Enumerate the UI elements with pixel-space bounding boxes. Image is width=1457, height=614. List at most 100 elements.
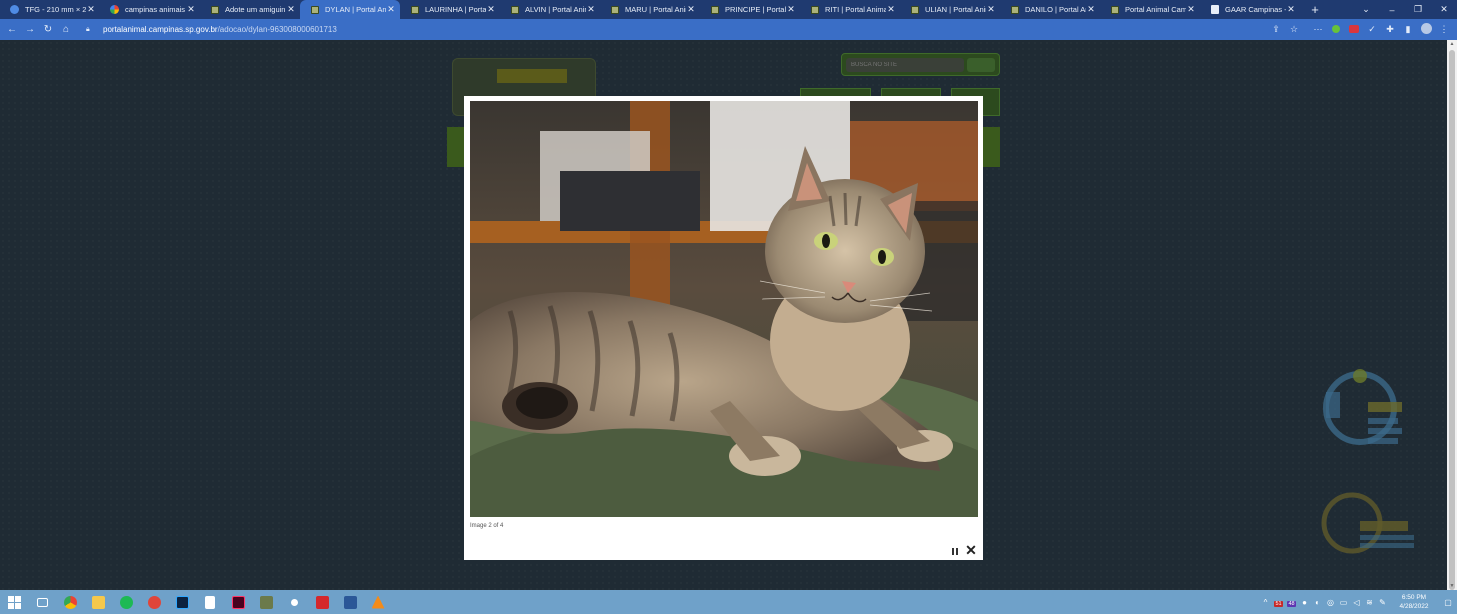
tab-2[interactable]: Adote um amiguinho ✕ xyxy=(200,0,300,19)
new-tab-button[interactable]: + xyxy=(1304,2,1326,17)
tab-title: DYLAN | Portal Anim xyxy=(325,5,386,14)
acrobat-icon[interactable] xyxy=(308,590,336,614)
tab-7[interactable]: PRINCIPE | Portal An ✕ xyxy=(700,0,800,19)
dpbea-mascot-logo xyxy=(1321,492,1414,554)
wifi-icon[interactable]: ≋ xyxy=(1363,598,1376,607)
tab-9[interactable]: ULIAN | Portal Anima ✕ xyxy=(900,0,1000,19)
settings-icon[interactable] xyxy=(280,590,308,614)
home-icon[interactable]: ⌂ xyxy=(57,24,75,35)
app-icon[interactable] xyxy=(252,590,280,614)
tab-4[interactable]: LAURINHA | Portal A ✕ xyxy=(400,0,500,19)
image-counter: Image 2 of 4 xyxy=(470,523,504,529)
clock[interactable]: 6:50 PM 4/28/2022 xyxy=(1389,593,1439,611)
profile-avatar[interactable] xyxy=(1417,23,1435,36)
word-icon[interactable] xyxy=(336,590,364,614)
tab-11[interactable]: Portal Animal Camp ✕ xyxy=(1100,0,1200,19)
tab-title: GAAR Campinas - O xyxy=(1225,5,1286,14)
tab-1[interactable]: campinas animais ru ✕ xyxy=(100,0,200,19)
close-tab-icon[interactable]: ✕ xyxy=(186,4,196,15)
windows-taskbar: ^ 51 48 ● ◐ ◎ ▭ ◁ ≋ ✎ 6:50 PM 4/28/2022 … xyxy=(0,590,1457,614)
portal-animal-icon xyxy=(1010,5,1019,14)
volume-icon[interactable]: ◁ xyxy=(1350,598,1363,607)
pause-slideshow-icon[interactable] xyxy=(950,546,960,556)
image-lightbox: Image 2 of 4 ✕ xyxy=(464,96,983,560)
restore-icon[interactable]: ❐ xyxy=(1405,4,1431,15)
browser-toolbar: ← → ↻ ⌂ 🔒︎ portalanimal.campinas.sp.gov.… xyxy=(0,19,1457,40)
antivirus-icon[interactable] xyxy=(140,590,168,614)
scroll-down-icon[interactable]: ▼ xyxy=(1447,583,1457,589)
tab-3-active[interactable]: DYLAN | Portal Anim ✕ xyxy=(300,0,400,19)
show-hidden-icons[interactable]: ^ xyxy=(1259,598,1272,607)
close-tab-icon[interactable]: ✕ xyxy=(1086,4,1096,15)
tab-6[interactable]: MARU | Portal Anima ✕ xyxy=(600,0,700,19)
tab-0[interactable]: TFG - 210 mm × 210 ✕ xyxy=(0,0,100,19)
scroll-up-icon[interactable]: ▲ xyxy=(1447,41,1457,47)
scrollbar-thumb[interactable] xyxy=(1449,50,1455,590)
tab-search-icon[interactable]: ⌄ xyxy=(1353,4,1379,15)
share-icon[interactable]: ⇪ xyxy=(1267,24,1285,35)
close-lightbox-button[interactable]: ✕ xyxy=(964,543,978,557)
tray-app-icon-2[interactable]: ◐ xyxy=(1311,598,1324,607)
close-tab-icon[interactable]: ✕ xyxy=(886,4,896,15)
tab-8[interactable]: RITI | Portal Animal C ✕ xyxy=(800,0,900,19)
extension-check-icon[interactable]: ✓ xyxy=(1363,24,1381,35)
minimize-icon[interactable]: – xyxy=(1379,5,1405,15)
forward-icon[interactable]: → xyxy=(21,24,39,35)
tray-app-icon-3[interactable]: ◎ xyxy=(1324,598,1337,607)
close-tab-icon[interactable]: ✕ xyxy=(786,4,796,15)
tray-badge-2[interactable]: 48 xyxy=(1285,598,1298,607)
spotify-icon[interactable] xyxy=(112,590,140,614)
cat-photo[interactable] xyxy=(470,101,978,517)
close-tab-icon[interactable]: ✕ xyxy=(1186,4,1196,15)
tab-title: campinas animais ru xyxy=(125,5,186,14)
address-bar[interactable]: 🔒︎ portalanimal.campinas.sp.gov.br/adoca… xyxy=(82,21,1306,38)
adblock-icon[interactable] xyxy=(1345,24,1363,35)
windows-start-icon[interactable] xyxy=(0,590,28,614)
bookmark-star-icon[interactable]: ☆ xyxy=(1285,24,1303,35)
side-panel-icon[interactable]: ▮ xyxy=(1399,24,1417,35)
close-tab-icon[interactable]: ✕ xyxy=(286,4,296,15)
extension-green-icon[interactable] xyxy=(1327,24,1345,35)
extensions-puzzle-icon[interactable]: ✚ xyxy=(1381,24,1399,35)
photoshop-icon[interactable] xyxy=(168,590,196,614)
system-tray: ^ 51 48 ● ◐ ◎ ▭ ◁ ≋ ✎ 6:50 PM 4/28/2022 … xyxy=(1259,590,1457,614)
window-controls: ⌄ – ❐ ✕ xyxy=(1353,0,1457,19)
window-close-icon[interactable]: ✕ xyxy=(1431,4,1457,15)
search-button[interactable] xyxy=(967,58,995,72)
close-tab-icon[interactable]: ✕ xyxy=(1286,4,1296,15)
tray-badge-1[interactable]: 51 xyxy=(1272,598,1285,607)
vlc-icon[interactable] xyxy=(364,590,392,614)
portal-animal-icon xyxy=(510,5,519,14)
notepad-icon[interactable] xyxy=(196,590,224,614)
close-tab-icon[interactable]: ✕ xyxy=(486,4,496,15)
close-tab-icon[interactable]: ✕ xyxy=(86,4,96,15)
tab-10[interactable]: DANILO | Portal Anim ✕ xyxy=(1000,0,1100,19)
back-icon[interactable]: ← xyxy=(3,24,21,35)
extension-dots-icon[interactable]: ⋯ xyxy=(1309,24,1327,35)
close-tab-icon[interactable]: ✕ xyxy=(986,4,996,15)
lock-icon[interactable]: 🔒︎ xyxy=(86,26,96,34)
pen-icon[interactable]: ✎ xyxy=(1376,598,1389,607)
tab-12[interactable]: GAAR Campinas - O ✕ xyxy=(1200,0,1300,19)
tab-title: ULIAN | Portal Anima xyxy=(925,5,986,14)
close-tab-icon[interactable]: ✕ xyxy=(386,4,396,15)
url-host: portalanimal.campinas.sp.gov.br xyxy=(103,25,218,34)
chrome-icon[interactable] xyxy=(56,590,84,614)
file-explorer-icon[interactable] xyxy=(84,590,112,614)
tab-5[interactable]: ALVIN | Portal Anima ✕ xyxy=(500,0,600,19)
notifications-icon[interactable]: ▢ xyxy=(1439,598,1457,607)
tray-app-icon[interactable]: ● xyxy=(1298,598,1311,607)
clock-date: 4/28/2022 xyxy=(1399,603,1429,610)
network-icon[interactable]: ▭ xyxy=(1337,598,1350,607)
search-input[interactable] xyxy=(846,58,964,72)
tab-title: Portal Animal Camp xyxy=(1125,5,1186,14)
reload-icon[interactable]: ↻ xyxy=(39,24,57,35)
task-view-icon[interactable] xyxy=(28,590,56,614)
page-scrollbar[interactable]: ▲ ▼ xyxy=(1447,40,1457,590)
menu-kebab-icon[interactable]: ⋮ xyxy=(1435,24,1453,35)
close-tab-icon[interactable]: ✕ xyxy=(686,4,696,15)
portal-animal-icon xyxy=(610,5,619,14)
close-tab-icon[interactable]: ✕ xyxy=(586,4,596,15)
indesign-icon[interactable] xyxy=(224,590,252,614)
toolbar-actions: ⇪ ☆ ⋯ ✓ ✚ ▮ ⋮ xyxy=(1267,19,1453,40)
